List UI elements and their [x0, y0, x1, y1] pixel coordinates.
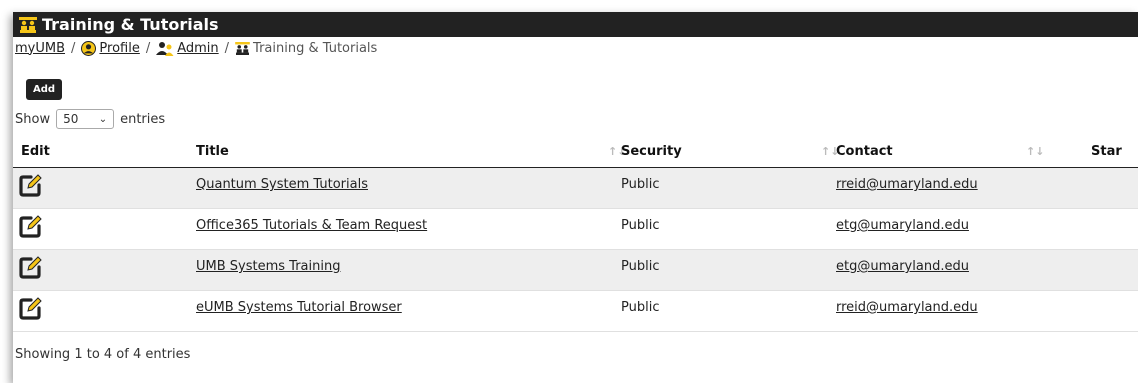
user-circle-icon: [81, 40, 97, 56]
breadcrumb-separator: /: [224, 40, 230, 56]
column-header-edit: Edit: [13, 135, 196, 168]
tutorial-title-link[interactable]: Office365 Tutorials & Team Request: [196, 209, 621, 233]
column-header-contact[interactable]: Contact ↑↓: [836, 135, 1091, 168]
tutorial-title-link[interactable]: UMB Systems Training: [196, 250, 621, 274]
sort-icon: ↑↓: [1026, 145, 1045, 158]
contact-email-link[interactable]: rreid@umaryland.edu: [836, 168, 1091, 192]
edit-icon[interactable]: [19, 173, 43, 201]
table-header-row: Edit Title ↑↓ Security ↑↓ Contact ↑↓ Sta…: [13, 135, 1138, 168]
table-row: UMB Systems Training Public etg@umarylan…: [13, 249, 1138, 291]
people-training-icon: [19, 16, 37, 33]
breadcrumb-profile[interactable]: Profile: [99, 41, 139, 56]
chevron-down-icon: ⌄: [98, 113, 108, 125]
edit-icon[interactable]: [19, 214, 43, 242]
entries-per-page-value: 50: [63, 112, 79, 126]
breadcrumb-admin[interactable]: Admin: [177, 41, 218, 56]
length-menu: Show 50 ⌄ entries: [15, 109, 165, 129]
page-header: Training & Tutorials: [13, 12, 1138, 37]
breadcrumb-myumb[interactable]: myUMB: [15, 41, 65, 56]
length-menu-prefix: Show: [15, 111, 51, 127]
breadcrumb-separator: /: [71, 40, 76, 56]
breadcrumb-separator: /: [145, 40, 151, 56]
column-header-security[interactable]: Security ↑↓: [621, 135, 839, 168]
app-window: Training & Tutorials myUMB / Profile / A…: [13, 12, 1138, 383]
tutorials-table: Edit Title ↑↓ Security ↑↓ Contact ↑↓ Sta…: [13, 135, 1138, 332]
security-value: Public: [621, 218, 660, 233]
table-row: eUMB Systems Tutorial Browser Public rre…: [13, 290, 1138, 332]
contact-email-link[interactable]: rreid@umaryland.edu: [836, 291, 1091, 315]
edit-icon[interactable]: [19, 255, 43, 283]
tutorial-title-link[interactable]: eUMB Systems Tutorial Browser: [196, 291, 621, 315]
page-title: Training & Tutorials: [42, 15, 219, 34]
entries-per-page-select[interactable]: 50 ⌄: [56, 109, 115, 129]
contact-email-link[interactable]: etg@umaryland.edu: [836, 250, 1091, 274]
table-info: Showing 1 to 4 of 4 entries: [15, 347, 191, 362]
security-value: Public: [621, 259, 660, 274]
breadcrumb-current: Training & Tutorials: [253, 40, 378, 56]
security-value: Public: [621, 177, 660, 192]
table-row: Quantum System Tutorials Public rreid@um…: [13, 167, 1138, 209]
length-menu-suffix: entries: [120, 111, 166, 127]
security-value: Public: [621, 300, 660, 315]
table-row: Office365 Tutorials & Team Request Publi…: [13, 208, 1138, 250]
column-header-title[interactable]: Title ↑↓: [196, 135, 626, 168]
people-training-icon: [235, 41, 250, 55]
contact-email-link[interactable]: etg@umaryland.edu: [836, 209, 1091, 233]
edit-icon[interactable]: [19, 296, 43, 324]
admin-users-icon: [156, 41, 174, 56]
tutorial-title-link[interactable]: Quantum System Tutorials: [196, 168, 621, 192]
column-header-star[interactable]: Star: [1091, 135, 1138, 168]
add-button[interactable]: Add: [26, 79, 63, 100]
breadcrumb: myUMB / Profile / Admin / Training & Tut…: [13, 37, 1138, 59]
